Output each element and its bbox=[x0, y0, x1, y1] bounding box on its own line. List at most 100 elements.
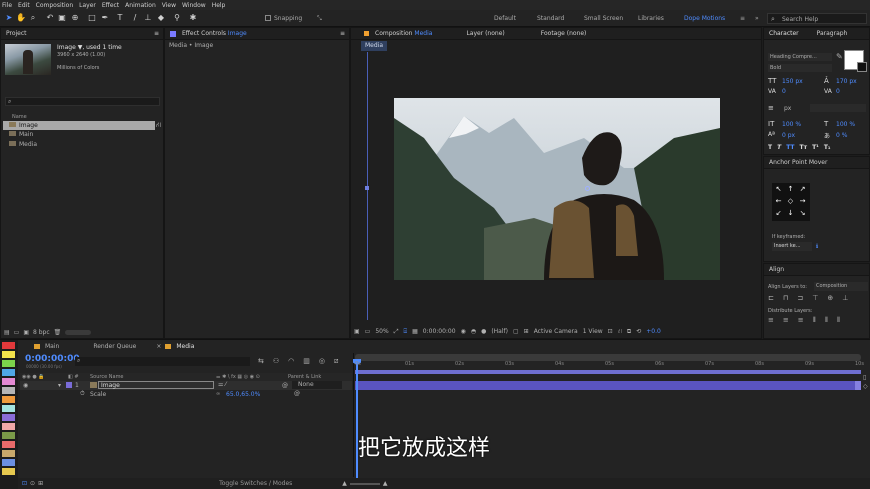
font-style-dropdown[interactable]: Bold bbox=[768, 64, 832, 72]
motion-blur-switch-icon[interactable]: ◎ bbox=[319, 357, 325, 366]
label-color-swatch[interactable] bbox=[2, 450, 15, 457]
trash-icon[interactable]: 🗑 bbox=[54, 329, 62, 336]
tab-close-icon[interactable]: × bbox=[156, 343, 161, 350]
type-tool-icon[interactable]: T bbox=[115, 13, 125, 23]
distribute-top-icon[interactable]: ≡ bbox=[768, 316, 774, 325]
snapping-options-icon[interactable]: ⤡ bbox=[317, 15, 322, 23]
composition-image[interactable] bbox=[394, 98, 720, 280]
project-search-input[interactable]: ⌕ bbox=[5, 97, 160, 106]
label-color-swatch[interactable] bbox=[2, 396, 15, 403]
info-icon[interactable]: ℹ bbox=[816, 243, 818, 250]
align-right-icon[interactable]: ⊐ bbox=[797, 294, 803, 302]
puppet-tool-icon[interactable]: ✱ bbox=[188, 13, 198, 23]
leading-value[interactable]: 170 px bbox=[836, 78, 857, 85]
label-color-swatch[interactable] bbox=[2, 423, 15, 430]
search-help-box[interactable]: ⌕ Search Help bbox=[767, 13, 867, 24]
effect-controls-title[interactable]: Effect Controls Image bbox=[182, 30, 247, 37]
comp-marker-icon[interactable]: ▯ bbox=[863, 374, 868, 381]
label-color-swatch[interactable] bbox=[2, 369, 15, 376]
camera-dropdown[interactable]: Active Camera bbox=[534, 328, 578, 335]
tab-composition[interactable]: Composition Media bbox=[375, 30, 432, 37]
zoom-tool-icon[interactable]: ⌕ bbox=[28, 13, 38, 23]
region-of-interest-icon[interactable]: ⌸ bbox=[404, 328, 408, 336]
anchor-panel-title[interactable]: Anchor Point Mover bbox=[769, 159, 827, 166]
pen-tool-icon[interactable]: ✒ bbox=[100, 13, 110, 23]
layer-twirl-icon[interactable]: ▾ bbox=[58, 382, 61, 389]
label-color-swatch[interactable] bbox=[2, 468, 15, 475]
anchor-center-icon[interactable]: ◇ bbox=[786, 197, 795, 206]
parent-link-header[interactable]: Parent & Link bbox=[288, 374, 321, 380]
panel-menu-icon[interactable]: ≡ bbox=[154, 30, 159, 37]
parent-dropdown[interactable]: None bbox=[292, 381, 342, 389]
small-caps-icon[interactable]: Tт bbox=[800, 144, 808, 151]
label-color-swatch[interactable] bbox=[2, 342, 15, 349]
panel-menu-icon[interactable]: ≡ bbox=[340, 30, 345, 37]
anchor-bottom-left-icon[interactable]: ↙ bbox=[774, 209, 783, 218]
work-area-bar[interactable] bbox=[355, 354, 861, 361]
vertical-scale-value[interactable]: 100 % bbox=[782, 121, 801, 128]
new-composition-icon[interactable]: ▣ bbox=[23, 329, 29, 336]
flowchart-icon[interactable]: ⛙ bbox=[156, 121, 161, 130]
align-panel-title[interactable]: Align bbox=[769, 266, 784, 273]
keyframe-nav-icon[interactable]: ◇ bbox=[863, 383, 868, 390]
grid-icon[interactable]: ⊞ bbox=[524, 328, 529, 335]
timeline-zoom-slider[interactable] bbox=[349, 482, 380, 485]
layer-label-color[interactable] bbox=[66, 382, 72, 388]
menu-view[interactable]: View bbox=[162, 2, 176, 9]
tab-layer[interactable]: Layer (none) bbox=[466, 30, 504, 37]
workspace-dope-motions[interactable]: Dope Motions bbox=[684, 15, 725, 22]
kerning-value[interactable]: 0 bbox=[782, 88, 786, 95]
workspace-menu-icon[interactable]: ≡ bbox=[740, 15, 745, 22]
rectangle-tool-icon[interactable]: □ bbox=[87, 13, 97, 23]
snapping-checkbox[interactable] bbox=[265, 15, 271, 21]
label-color-swatch[interactable] bbox=[2, 459, 15, 466]
tab-footage[interactable]: Footage (none) bbox=[541, 30, 587, 37]
new-folder-icon[interactable]: ▭ bbox=[14, 329, 20, 336]
label-color-swatch[interactable] bbox=[2, 432, 15, 439]
layer-switches-icon[interactable]: ⚌ ⁄ bbox=[218, 381, 226, 388]
label-color-swatch[interactable] bbox=[2, 414, 15, 421]
toggle-switches-modes[interactable]: Toggle Switches / Modes bbox=[219, 480, 292, 487]
footer-in-out-icon[interactable]: ⊞ bbox=[38, 480, 43, 487]
eyedropper-icon[interactable]: ✎ bbox=[836, 52, 843, 61]
frame-blending-icon[interactable]: ▥ bbox=[303, 357, 310, 366]
interpret-footage-icon[interactable]: ▤ bbox=[4, 329, 10, 336]
draft-3d-icon[interactable]: ⚇ bbox=[273, 357, 279, 366]
label-color-swatch[interactable] bbox=[2, 351, 15, 358]
workspace-libraries[interactable]: Libraries bbox=[638, 15, 664, 22]
font-size-value[interactable]: 150 px bbox=[782, 78, 803, 85]
constrain-proportions-icon[interactable]: ∞ bbox=[216, 391, 220, 397]
layer-out-handle[interactable] bbox=[855, 381, 861, 390]
expression-pickwhip-icon[interactable]: @ bbox=[294, 390, 300, 397]
tab-main[interactable]: Main bbox=[45, 343, 59, 350]
current-time-display[interactable]: 0:00:00:00 bbox=[423, 328, 456, 335]
rotate-tool-icon[interactable]: ↶ bbox=[45, 13, 55, 23]
tab-character[interactable]: Character bbox=[769, 30, 799, 37]
align-top-icon[interactable]: ⊤ bbox=[812, 294, 818, 302]
menu-help[interactable]: Help bbox=[212, 2, 226, 9]
align-bottom-icon[interactable]: ⊥ bbox=[842, 294, 848, 302]
superscript-icon[interactable]: T¹ bbox=[812, 144, 819, 151]
menu-layer[interactable]: Layer bbox=[79, 2, 96, 9]
camera-tool-icon[interactable]: ▣ bbox=[57, 13, 67, 23]
tab-render-queue[interactable]: Render Queue bbox=[93, 343, 136, 350]
layer-duration-bar[interactable] bbox=[355, 381, 856, 390]
composition-lock-icon[interactable] bbox=[364, 31, 369, 36]
color-channel-icon[interactable]: ● bbox=[481, 328, 486, 335]
toggle-transparency-icon[interactable]: ▦ bbox=[412, 328, 418, 335]
brush-tool-icon[interactable]: / bbox=[130, 13, 140, 23]
timeline-current-time[interactable]: 0:00:00:00 bbox=[25, 354, 80, 364]
horizontal-scale-value[interactable]: 100 % bbox=[836, 121, 855, 128]
distribute-vcenter-icon[interactable]: ≡ bbox=[783, 316, 789, 325]
zoom-out-icon[interactable]: ▲ bbox=[342, 480, 347, 487]
align-hcenter-icon[interactable]: ⊓ bbox=[783, 294, 788, 302]
comp-mini-flowchart-icon[interactable]: ⇆ bbox=[258, 357, 264, 366]
timeline-search-input[interactable]: ⌕ bbox=[75, 357, 250, 366]
stopwatch-icon[interactable]: ⏱ bbox=[80, 390, 85, 398]
hand-tool-icon[interactable]: ✋ bbox=[16, 13, 26, 23]
distribute-hcenter-icon[interactable]: ⦀ bbox=[825, 316, 828, 325]
exposure-reset-icon[interactable]: ⟲ bbox=[636, 328, 641, 335]
if-keyframed-dropdown[interactable]: Insert ke... bbox=[772, 242, 812, 251]
shy-layers-icon[interactable]: ◠ bbox=[288, 357, 294, 366]
always-preview-icon[interactable]: ▣ bbox=[354, 328, 360, 335]
